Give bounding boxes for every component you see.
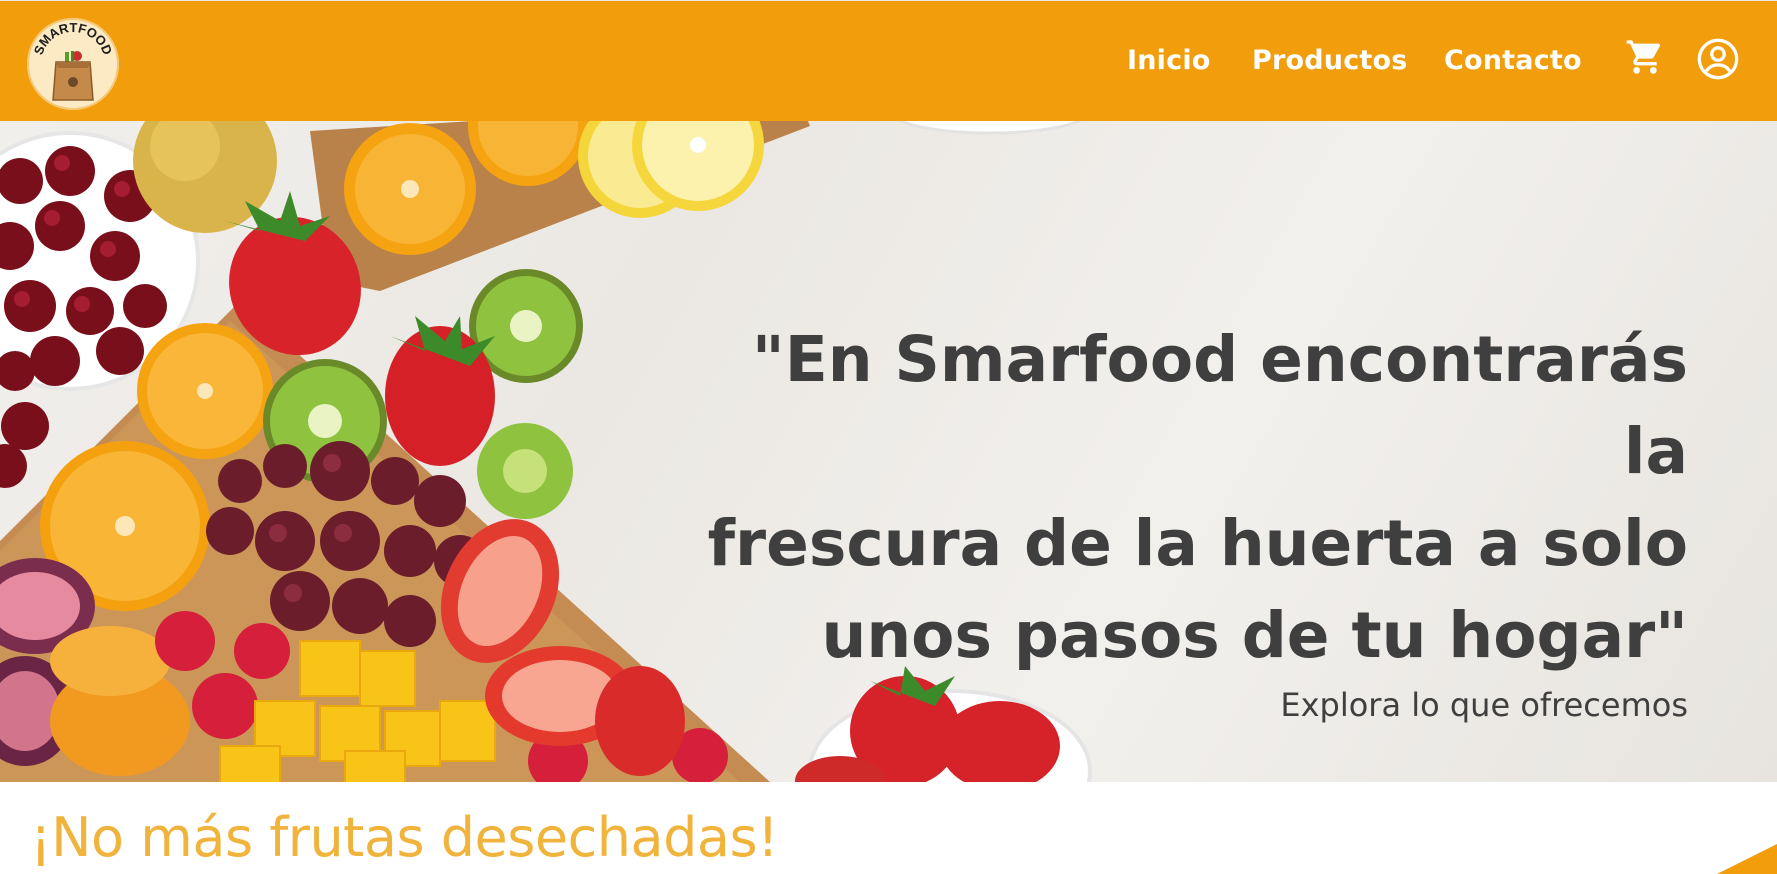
shopping-bag-logo-icon: SMARTFOOD xyxy=(31,20,115,101)
smartfood-logo[interactable]: SMARTFOOD xyxy=(27,18,119,110)
nav-link-productos[interactable]: Productos xyxy=(1252,45,1408,76)
section-title: ¡No más frutas desechadas! xyxy=(30,806,779,869)
cart-icon[interactable] xyxy=(1625,37,1665,77)
hero-subtitle: Explora lo que ofrecemos xyxy=(1280,686,1688,724)
hero-quote: "En Smarfood encontrarás la frescura de … xyxy=(688,314,1688,682)
user-circle-icon[interactable] xyxy=(1696,37,1740,81)
nav-link-contacto[interactable]: Contacto xyxy=(1444,45,1582,76)
hero-quote-line-1: "En Smarfood encontrarás la xyxy=(751,323,1688,488)
corner-decoration xyxy=(1717,844,1777,874)
hero-quote-line-2: frescura de la huerta a solo xyxy=(707,507,1688,580)
hero-quote-line-3: unos pasos de tu hogar" xyxy=(821,599,1688,672)
top-navbar: SMARTFOOD Inicio Productos Contacto xyxy=(0,0,1777,121)
nav-link-inicio[interactable]: Inicio xyxy=(1127,45,1211,76)
hero-banner: "En Smarfood encontrarás la frescura de … xyxy=(0,121,1777,782)
hero-text-block: "En Smarfood encontrarás la frescura de … xyxy=(688,314,1688,724)
